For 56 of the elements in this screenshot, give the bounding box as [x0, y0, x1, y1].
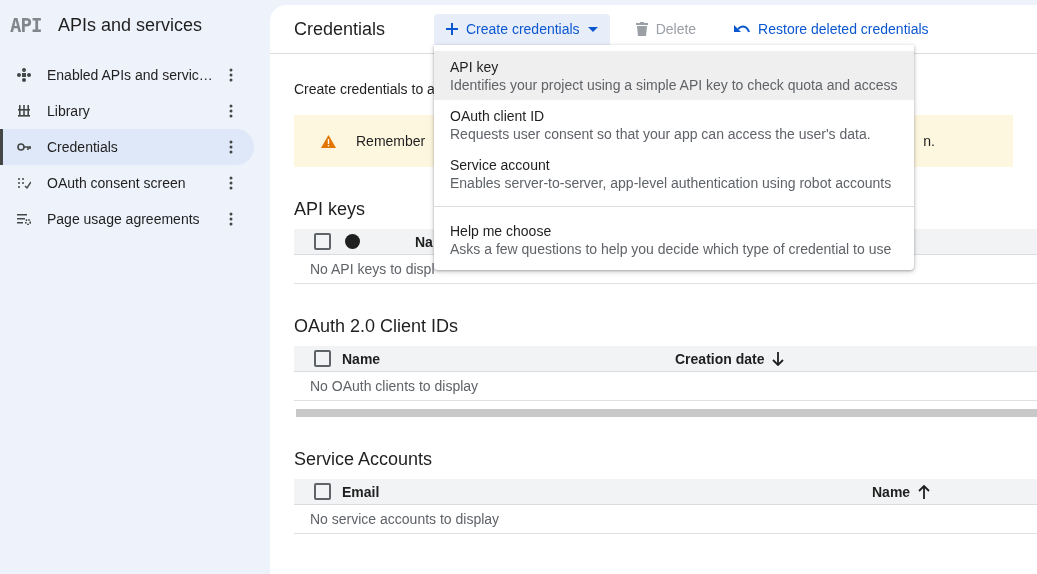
- list-gear-icon: [17, 212, 31, 226]
- page-title: Credentials: [294, 18, 387, 40]
- undo-icon: [734, 24, 751, 34]
- warning-text: n.: [923, 133, 935, 149]
- column-heading[interactable]: Creation date: [675, 350, 765, 367]
- library-icon: [17, 104, 31, 118]
- create-button[interactable]: Create credentials: [434, 13, 610, 45]
- api-logo: API: [10, 14, 43, 36]
- section-heading: OAuth 2.0 Client IDs: [294, 314, 460, 338]
- menu-item-title: Service account: [450, 156, 551, 173]
- menu-item-title: API key: [450, 58, 500, 75]
- checkbox[interactable]: [314, 350, 331, 367]
- menu-item-description: Identifies your project using a simple API key to check quota and access: [450, 76, 898, 93]
- menu-item[interactable]: Service account Enables server-to-server, app-level authentication using robot accounts: [434, 148, 914, 198]
- column-heading[interactable]: Name: [342, 350, 381, 367]
- dot-icon: [345, 234, 360, 249]
- trash-icon: [635, 22, 648, 36]
- warning-text: Remember: [356, 133, 426, 149]
- diamond-icon: [17, 68, 31, 82]
- key-icon: [17, 140, 31, 154]
- nav-item[interactable]: Credentials: [0, 129, 254, 165]
- nav-label: Library: [47, 103, 91, 119]
- nav-item[interactable]: OAuth consent screen: [0, 165, 254, 201]
- column-heading[interactable]: Name: [872, 483, 911, 500]
- section-heading: API keys: [294, 197, 367, 221]
- column-heading[interactable]: Email: [342, 483, 380, 500]
- checkbox[interactable]: [314, 483, 331, 500]
- checkbox[interactable]: [314, 233, 331, 250]
- empty-message: No service accounts to display: [310, 511, 500, 527]
- nav-label: Page usage agreements: [47, 211, 201, 227]
- menu-item[interactable]: OAuth client ID Requests user consent so that your app can access the user's data.: [434, 99, 914, 149]
- intro-text: Create credentials to a: [294, 80, 435, 99]
- nav-label: OAuth consent screen: [47, 175, 187, 191]
- product-title: APIs and services: [58, 14, 203, 36]
- menu-item-description: Asks a few questions to help you decide which type of credential to use: [450, 240, 893, 257]
- scrollbar[interactable]: [296, 409, 1037, 417]
- nav-item[interactable]: Enabled APIs and servic…: [0, 57, 254, 93]
- menu-item[interactable]: API key Identifies your project using a simple API key to check quota and access: [434, 50, 914, 100]
- menu-item[interactable]: Help me choose Asks a few questions to help you decide which type of credential to use: [434, 214, 914, 264]
- column-heading[interactable]: Na: [415, 233, 433, 250]
- restore-button[interactable]: Restore deleted credentials: [722, 13, 941, 45]
- warning-icon: [321, 134, 336, 148]
- plus-icon: [446, 23, 458, 35]
- menu-item-description: Enables server-to-server, app-level authentication using robot accounts: [450, 174, 893, 191]
- empty-message: No API keys to displ: [310, 261, 435, 277]
- section-heading: Service Accounts: [294, 447, 434, 471]
- empty-message: No OAuth clients to display: [310, 378, 479, 394]
- menu-item-title: OAuth client ID: [450, 107, 546, 124]
- menu-item-title: Help me choose: [450, 222, 553, 239]
- nav-item[interactable]: Page usage agreements: [0, 201, 254, 237]
- nav-label: Enabled APIs and servic…: [47, 67, 214, 83]
- nav-item[interactable]: Library: [0, 93, 254, 129]
- dotted-check-icon: [17, 176, 31, 190]
- caret-icon: [587, 26, 598, 32]
- menu-item-description: Requests user consent so that your app can access the user's data.: [450, 125, 872, 142]
- nav-label: Credentials: [47, 139, 119, 155]
